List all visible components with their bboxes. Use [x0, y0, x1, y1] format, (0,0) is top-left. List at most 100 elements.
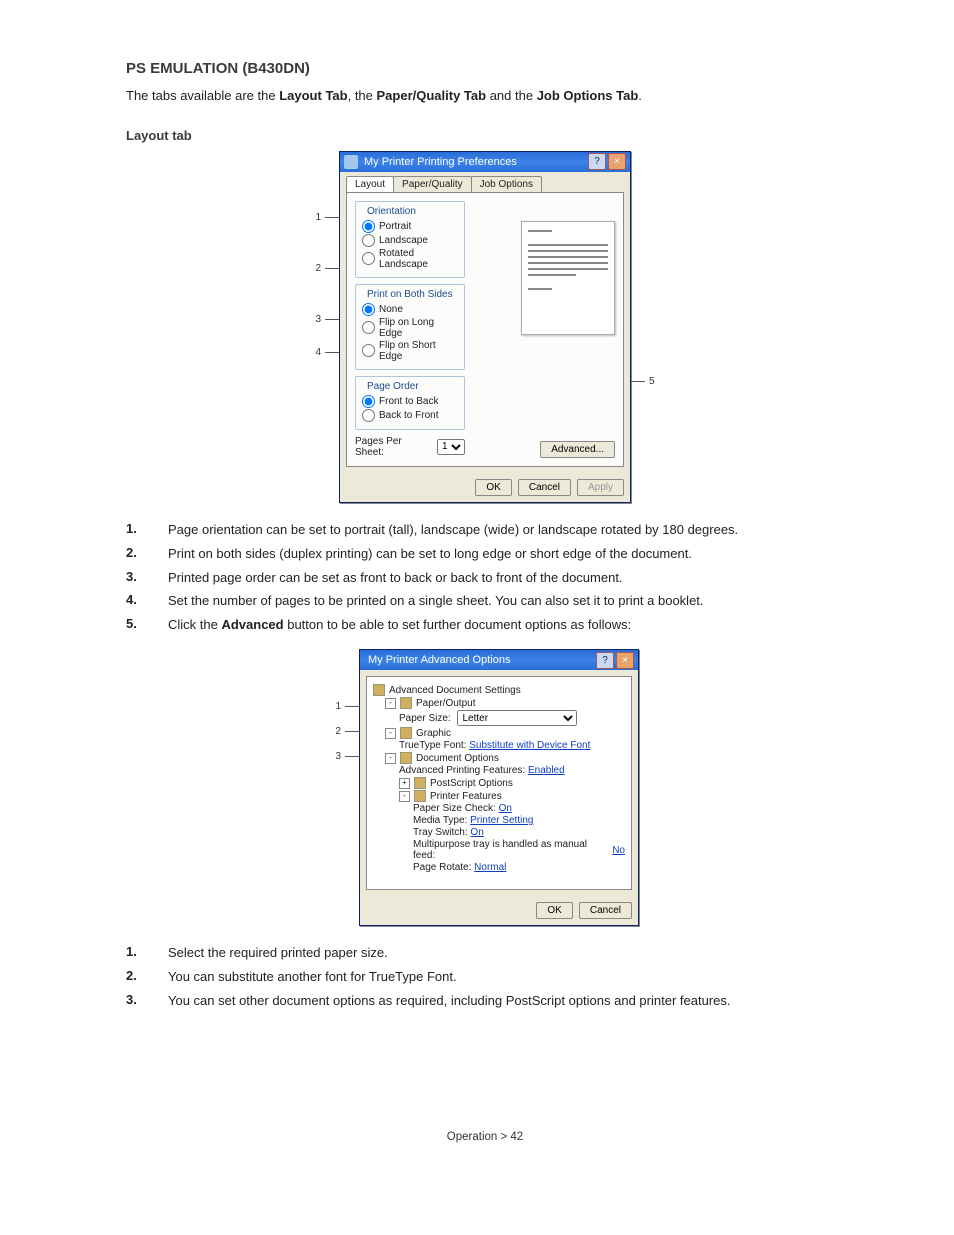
- callout-1b: 1: [335, 701, 341, 712]
- list-item: 3.Printed page order can be set as front…: [126, 569, 844, 588]
- psc-value[interactable]: On: [499, 803, 512, 814]
- callout-2b: 2: [335, 726, 341, 737]
- tab-layout[interactable]: Layout: [346, 176, 394, 192]
- ok-button[interactable]: OK: [536, 902, 572, 919]
- folder-icon: [400, 752, 412, 764]
- portrait-label: Portrait: [379, 221, 411, 232]
- psc-label: Paper Size Check:: [413, 803, 496, 814]
- ftb-label: Front to Back: [379, 396, 438, 407]
- apf-label: Advanced Printing Features:: [399, 765, 525, 776]
- tree-root: Advanced Document Settings: [389, 685, 521, 696]
- duplex-legend: Print on Both Sides: [364, 289, 456, 300]
- intro-bold-2: Paper/Quality Tab: [377, 88, 487, 103]
- close-button[interactable]: ×: [616, 652, 634, 669]
- ok-button[interactable]: OK: [475, 479, 511, 496]
- printer-icon: [344, 155, 358, 169]
- pps-label: Pages Per Sheet:: [355, 436, 433, 458]
- mpt-value[interactable]: No: [612, 845, 625, 856]
- collapse-icon[interactable]: -: [385, 753, 396, 764]
- rotated-radio[interactable]: [362, 252, 375, 265]
- duplex-long-radio[interactable]: [362, 321, 375, 334]
- printing-preferences-dialog: My Printer Printing Preferences ? × Layo…: [339, 151, 631, 503]
- dialog-buttons: OK Cancel: [360, 896, 638, 925]
- collapse-icon[interactable]: -: [385, 728, 396, 739]
- tab-job-options[interactable]: Job Options: [471, 176, 542, 192]
- options-tree[interactable]: Advanced Document Settings - Paper/Output…: [366, 676, 632, 890]
- pps-select[interactable]: 1: [437, 439, 465, 455]
- truetype-label: TrueType Font:: [399, 740, 466, 751]
- intro-text: , the: [348, 88, 377, 103]
- item-text: You can set other document options as re…: [168, 992, 844, 1011]
- document-options-node[interactable]: Document Options: [416, 753, 499, 764]
- duplex-short-radio[interactable]: [362, 344, 375, 357]
- tab-strip: Layout Paper/Quality Job Options: [340, 172, 630, 192]
- graphic-node[interactable]: Graphic: [416, 728, 451, 739]
- dialog-buttons: OK Cancel Apply: [340, 473, 630, 502]
- media-type-value[interactable]: Printer Setting: [470, 815, 533, 826]
- truetype-value[interactable]: Substitute with Device Font: [469, 740, 590, 751]
- close-button[interactable]: ×: [608, 153, 626, 170]
- numbered-list-1: 1.Page orientation can be set to portrai…: [126, 521, 844, 635]
- cancel-button[interactable]: Cancel: [579, 902, 632, 919]
- intro-text: The tabs available are the: [126, 88, 279, 103]
- tab-paper-quality[interactable]: Paper/Quality: [393, 176, 472, 192]
- item-text-pre: Click the: [168, 617, 221, 632]
- postscript-options-node[interactable]: PostScript Options: [430, 778, 513, 789]
- item-text-post: button to be able to set further documen…: [284, 617, 632, 632]
- landscape-radio[interactable]: [362, 234, 375, 247]
- list-item: 5.Click the Advanced button to be able t…: [126, 616, 844, 635]
- callout-3b: 3: [335, 751, 341, 762]
- collapse-icon[interactable]: -: [385, 698, 396, 709]
- paper-size-select[interactable]: Letter: [457, 710, 577, 726]
- dialog-titlebar: My Printer Advanced Options ? ×: [360, 650, 638, 670]
- page-order-legend: Page Order: [364, 381, 422, 392]
- paper-output-node[interactable]: Paper/Output: [416, 698, 475, 709]
- btf-radio[interactable]: [362, 409, 375, 422]
- duplex-short-label: Flip on Short Edge: [379, 340, 458, 362]
- item-number: 2.: [126, 545, 168, 564]
- dialog-title: My Printer Advanced Options: [368, 654, 594, 666]
- cancel-button[interactable]: Cancel: [518, 479, 571, 496]
- orientation-legend: Orientation: [364, 206, 419, 217]
- tray-switch-label: Tray Switch:: [413, 827, 468, 838]
- callout-2: 2: [315, 263, 321, 274]
- tab-pane: Orientation Portrait Landscape Rotated L…: [346, 192, 624, 467]
- item-number: 3.: [126, 569, 168, 588]
- duplex-none-radio[interactable]: [362, 303, 375, 316]
- item-text: Print on both sides (duplex printing) ca…: [168, 545, 844, 564]
- callout-3: 3: [315, 314, 321, 325]
- ftb-radio[interactable]: [362, 395, 375, 408]
- page-footer: Operation > 42: [126, 1131, 844, 1143]
- list-item: 1.Select the required printed paper size…: [126, 944, 844, 963]
- duplex-group: Print on Both Sides None Flip on Long Ed…: [355, 284, 465, 370]
- apply-button[interactable]: Apply: [577, 479, 624, 496]
- intro-bold-3: Job Options Tab: [537, 88, 639, 103]
- item-number: 3.: [126, 992, 168, 1011]
- dialog-title: My Printer Printing Preferences: [364, 156, 586, 168]
- printer-features-node[interactable]: Printer Features: [430, 791, 502, 802]
- intro-text: and the: [486, 88, 537, 103]
- callout-1: 1: [315, 212, 321, 223]
- tray-switch-value[interactable]: On: [470, 827, 483, 838]
- item-text: Click the Advanced button to be able to …: [168, 616, 844, 635]
- collapse-icon[interactable]: -: [399, 791, 410, 802]
- page-rotate-value[interactable]: Normal: [474, 862, 506, 873]
- rotated-label: Rotated Landscape: [379, 248, 458, 270]
- callout-4: 4: [315, 347, 321, 358]
- list-item: 2.You can substitute another font for Tr…: [126, 968, 844, 987]
- help-button[interactable]: ?: [588, 153, 606, 170]
- list-item: 3.You can set other document options as …: [126, 992, 844, 1011]
- folder-icon: [400, 697, 412, 709]
- list-item: 2.Print on both sides (duplex printing) …: [126, 545, 844, 564]
- paper-size-label: Paper Size:: [399, 713, 451, 724]
- advanced-button[interactable]: Advanced...: [540, 441, 615, 458]
- help-button[interactable]: ?: [596, 652, 614, 669]
- intro-text: .: [638, 88, 642, 103]
- page-preview: [521, 221, 615, 335]
- figure-1: 1 2 3 4 My Printer Printing Preferences …: [126, 151, 844, 503]
- expand-icon[interactable]: +: [399, 778, 410, 789]
- apf-value[interactable]: Enabled: [528, 765, 565, 776]
- dialog-titlebar: My Printer Printing Preferences ? ×: [340, 152, 630, 172]
- list-item: 1.Page orientation can be set to portrai…: [126, 521, 844, 540]
- portrait-radio[interactable]: [362, 220, 375, 233]
